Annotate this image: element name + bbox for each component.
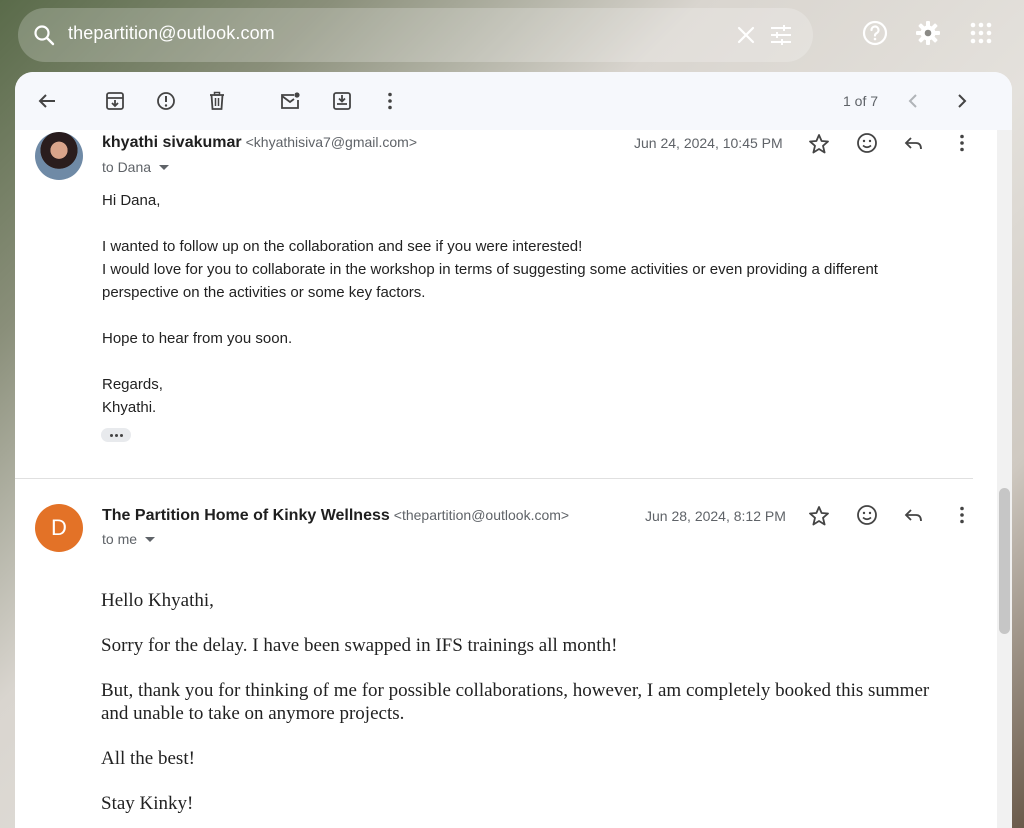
newer-chevron-left-icon[interactable] [903,90,925,112]
older-chevron-right-icon[interactable] [950,90,972,112]
avatar-khyathi[interactable] [35,132,83,180]
show-trimmed-content-button[interactable] [101,428,131,442]
message-1-body: Hi Dana, I wanted to follow up on the co… [102,189,942,419]
body-line: Stay Kinky! [101,793,194,814]
message-divider [15,478,973,479]
body-line: I wanted to follow up on the collaborati… [102,238,583,255]
scrollbar-thumb[interactable] [999,488,1010,634]
help-icon[interactable] [862,20,888,46]
message-2-recipients[interactable]: to me [102,531,156,547]
report-spam-icon[interactable] [155,90,177,112]
body-line: Sorry for the delay. I have been swapped… [101,635,618,656]
message-1-recipients[interactable]: to Dana [102,159,170,175]
settings-gear-icon[interactable] [915,20,941,46]
message-1-date: Jun 24, 2024, 10:45 PM [634,135,783,151]
body-line: Hello Khyathi, [101,590,214,611]
archive-icon[interactable] [104,90,126,112]
emoji-react-icon[interactable] [855,131,879,155]
reply-icon[interactable] [902,504,926,528]
body-line: Hope to hear from you soon. [102,330,293,347]
recipient-details-chevron-down-icon[interactable] [145,536,156,542]
body-line: Hi Dana, [102,192,161,209]
snooze-icon[interactable] [331,90,353,112]
body-line: All the best! [101,748,195,769]
star-icon[interactable] [807,132,831,156]
body-line: But, thank you for thinking of me for po… [101,680,930,724]
mark-unread-icon[interactable] [279,90,301,112]
sender-email: <thepartition@outlook.com> [393,507,570,523]
message-more-vertical-icon[interactable] [950,503,974,527]
message-more-vertical-icon[interactable] [950,131,974,155]
email-toolbar: 1 of 7 [15,72,1012,130]
more-vertical-icon[interactable] [379,90,401,112]
apps-grid-icon[interactable] [968,20,994,46]
recipient-label: to Dana [102,159,152,175]
message-1-sender: khyathi sivakumar <khyathisiva7@gmail.com… [102,134,417,152]
body-line: Regards, [102,376,163,393]
top-bar: thepartition@outlook.com [0,0,1024,70]
message-2-date: Jun 28, 2024, 8:12 PM [645,508,786,524]
avatar-partition[interactable]: D [35,504,83,552]
thread-content[interactable]: khyathi sivakumar <khyathisiva7@gmail.com… [15,130,1012,828]
recipient-details-chevron-down-icon[interactable] [159,164,170,170]
back-arrow-icon[interactable] [36,90,58,112]
body-line: Khyathi. [102,399,157,416]
sender-name: khyathi sivakumar [102,134,242,151]
recipient-label: to me [102,531,138,547]
delete-trash-icon[interactable] [206,90,228,112]
email-view: 1 of 7 khyathi sivakumar <khyathisiva7@gm… [15,72,1012,828]
scrollbar-track[interactable] [997,130,1012,828]
body-line: I would love for you to collaborate in t… [102,261,878,301]
sender-name: The Partition Home of Kinky Wellness [102,507,390,524]
search-icon[interactable] [32,23,56,47]
message-2-sender: The Partition Home of Kinky Wellness <the… [102,507,569,525]
reply-icon[interactable] [902,132,926,156]
search-options-icon[interactable] [768,23,794,47]
sender-email: <khyathisiva7@gmail.com> [245,134,418,150]
message-2-body: Hello Khyathi, Sorry for the delay. I ha… [101,589,951,815]
emoji-react-icon[interactable] [855,503,879,527]
search-input[interactable]: thepartition@outlook.com [68,23,275,44]
star-icon[interactable] [807,504,831,528]
clear-search-icon[interactable] [734,23,758,47]
search-bar[interactable]: thepartition@outlook.com [18,8,813,62]
message-count: 1 of 7 [843,93,879,109]
